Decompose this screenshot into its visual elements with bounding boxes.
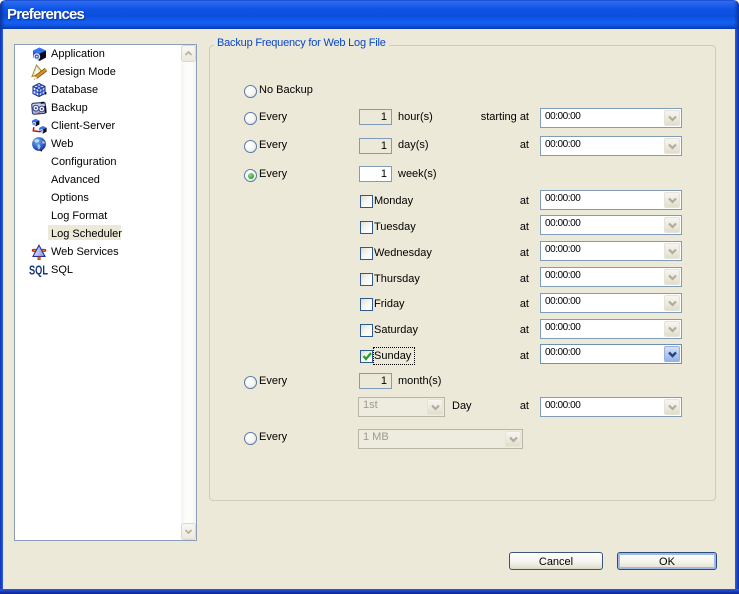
svg-text:SQL: SQL: [29, 263, 48, 278]
